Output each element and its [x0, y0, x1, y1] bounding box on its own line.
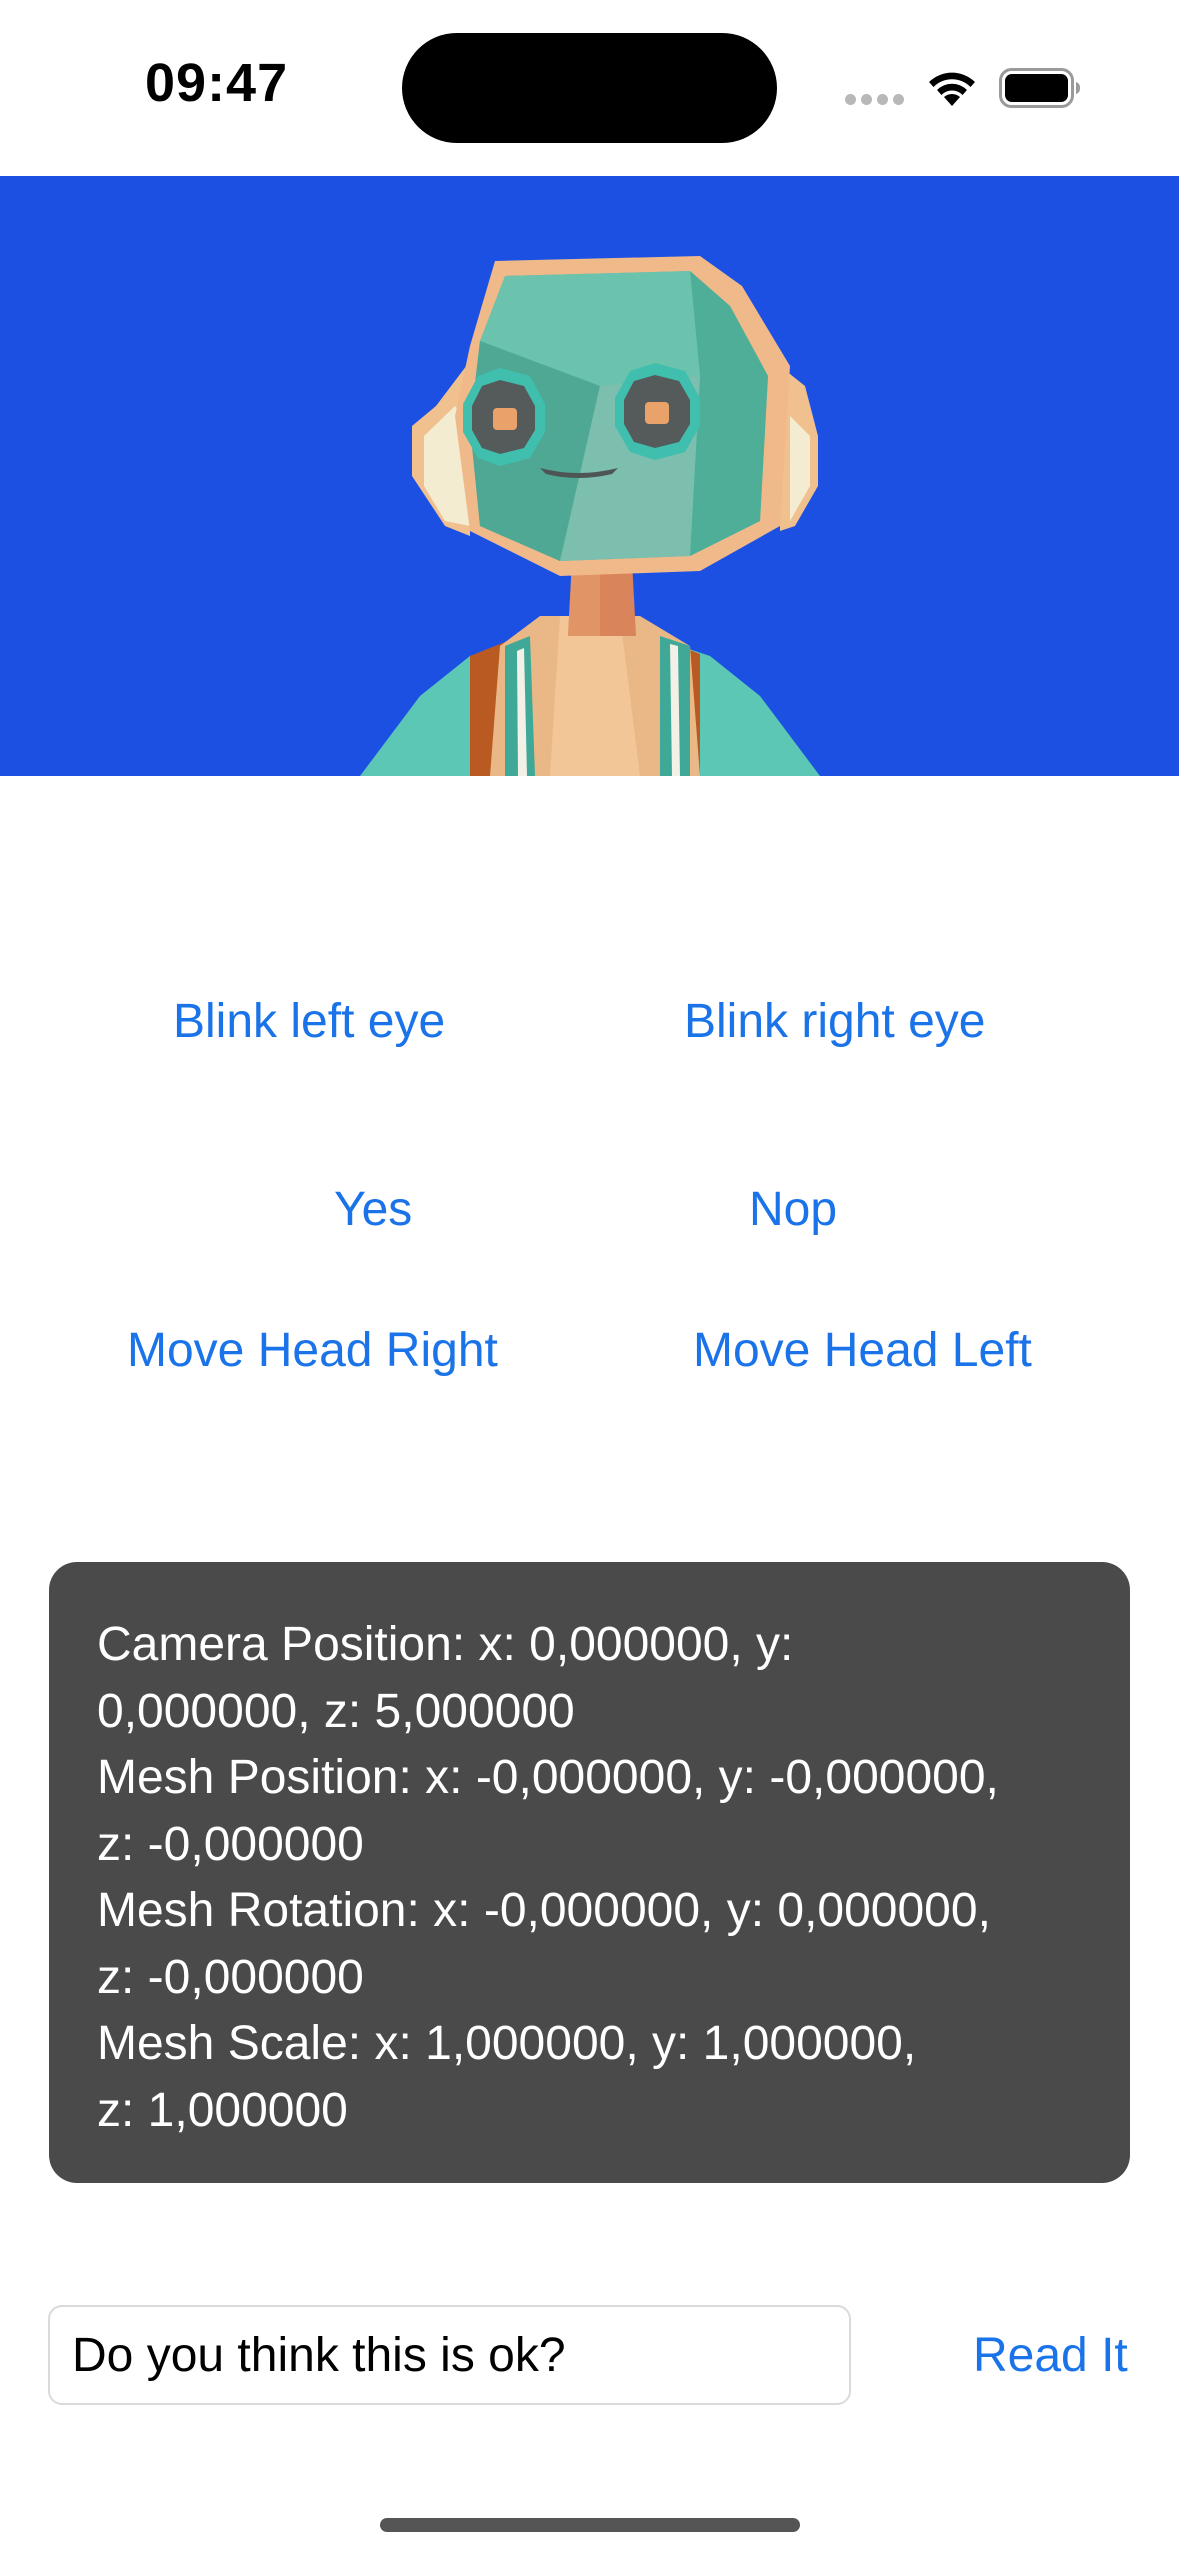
- battery-icon: [999, 68, 1080, 108]
- wifi-icon: [929, 72, 975, 106]
- yes-button[interactable]: Yes: [334, 1186, 412, 1234]
- info-line: 0,000000, z: 5,000000: [97, 1684, 575, 1738]
- move-head-left-button[interactable]: Move Head Left: [693, 1327, 1032, 1375]
- info-line: z: 1,000000: [97, 2083, 348, 2137]
- status-time: 09:47: [145, 53, 289, 113]
- speech-text-input[interactable]: [48, 2305, 851, 2405]
- robot-character: [360, 256, 820, 776]
- read-it-button[interactable]: Read It: [973, 2332, 1128, 2380]
- dynamic-island: [402, 33, 777, 143]
- info-line: Camera Position: x: 0,000000, y:: [97, 1618, 794, 1671]
- status-bar: 09:47: [0, 0, 1179, 176]
- scene-viewport[interactable]: [0, 176, 1179, 776]
- info-line: z: -0,000000: [97, 1817, 364, 1871]
- move-head-right-button[interactable]: Move Head Right: [127, 1327, 498, 1375]
- transform-info-panel: Camera Position: x: 0,000000, y: 0,00000…: [49, 1562, 1130, 2183]
- info-line: Mesh Position: x: -0,000000, y: -0,00000…: [97, 1751, 999, 1804]
- nop-button[interactable]: Nop: [749, 1186, 837, 1234]
- info-line: Mesh Rotation: x: -0,000000, y: 0,000000…: [97, 1884, 991, 1937]
- blink-left-eye-button[interactable]: Blink left eye: [173, 998, 445, 1046]
- signal-dots-icon: [845, 94, 905, 106]
- home-indicator: [380, 2518, 800, 2532]
- blink-right-eye-button[interactable]: Blink right eye: [684, 998, 985, 1046]
- info-line: z: -0,000000: [97, 1950, 364, 2004]
- info-line: Mesh Scale: x: 1,000000, y: 1,000000,: [97, 2017, 917, 2070]
